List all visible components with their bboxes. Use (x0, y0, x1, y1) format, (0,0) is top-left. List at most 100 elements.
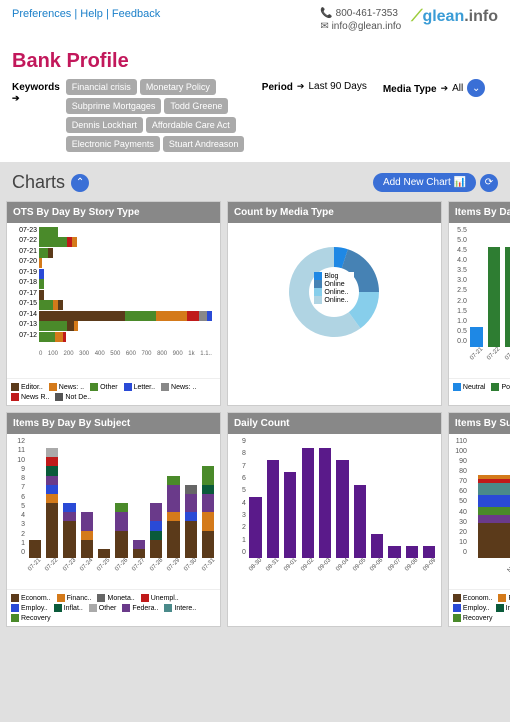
x-tick-label: 700 (141, 351, 151, 357)
legend-item[interactable]: Letter.. (124, 383, 155, 391)
y-tick-label: 110 (453, 438, 467, 445)
y-tick-label: 0 (232, 549, 246, 556)
chart-plot[interactable]: 121110987654321007-2107-2207-2307-2407-2… (7, 434, 220, 589)
nav-help[interactable]: Help (80, 8, 103, 20)
legend-item[interactable]: Online (314, 280, 354, 288)
x-tick-label: 07-22 (486, 346, 501, 361)
legend-item[interactable]: Unempl.. (141, 594, 179, 602)
legend-item[interactable]: Financ.. (498, 594, 510, 602)
keyword-tag[interactable]: Financial crisis (66, 79, 137, 95)
y-tick-label: 07-12 (11, 332, 37, 339)
legend-item[interactable]: Inflat.. (496, 604, 510, 612)
keyword-tag[interactable]: Electronic Payments (66, 136, 160, 152)
keyword-tag[interactable]: Monetary Policy (140, 79, 216, 95)
chart-plot[interactable]: BlogOnlineOnline..Online.. (228, 223, 441, 378)
legend-item[interactable]: Online.. (314, 296, 354, 304)
y-tick-label: 4 (11, 512, 25, 519)
legend-item[interactable]: Econom.. (453, 594, 493, 602)
legend-item[interactable]: Neutral (453, 383, 486, 391)
legend-item[interactable]: Not De.. (55, 393, 91, 401)
y-tick-label: 8 (232, 450, 246, 457)
x-tick-label: 07-27 (131, 557, 146, 572)
legend-item[interactable]: News: .. (161, 383, 196, 391)
legend-item[interactable]: Editor.. (11, 383, 43, 391)
chart-title: Items By Day By Subject (7, 413, 220, 434)
x-tick-label: 09-06 (370, 557, 385, 572)
x-tick-label: 09-08 (404, 557, 419, 572)
y-tick-label: 70 (453, 478, 467, 485)
y-tick-label: 07-22 (11, 237, 37, 244)
legend-item[interactable]: Employ.. (11, 604, 48, 612)
x-tick-label: 09-04 (335, 557, 350, 572)
nav-feedback[interactable]: Feedback (112, 8, 160, 20)
y-tick-label: 3.0 (453, 277, 467, 284)
y-tick-label: 6 (11, 494, 25, 501)
legend-item[interactable]: Other (90, 383, 118, 391)
x-tick-label: 09-02 (300, 557, 315, 572)
x-tick-label: 08-30 (248, 557, 263, 572)
x-tick-label: 07-26 (114, 557, 129, 572)
y-tick-label: 4.0 (453, 257, 467, 264)
chart-plot[interactable]: 987654321008-3008-3109-0109-0209-0309-04… (228, 434, 441, 589)
page-title: Bank Profile (0, 42, 510, 79)
collapse-button[interactable]: ⌃ (71, 174, 89, 192)
keyword-tag[interactable]: Stuart Andreason (163, 136, 245, 152)
x-tick-label: 0 (39, 351, 42, 357)
legend-item[interactable]: Inflat.. (54, 604, 83, 612)
x-tick-label: 09-09 (422, 557, 437, 572)
legend-item[interactable]: Online.. (314, 288, 354, 296)
legend-item[interactable]: Moneta.. (97, 594, 134, 602)
chart-title: OTS By Day By Story Type (7, 202, 220, 223)
phone-icon: 📞 (320, 8, 332, 19)
legend-item[interactable]: Federa.. (122, 604, 158, 612)
legend-item[interactable]: News: .. (49, 383, 84, 391)
legend-item[interactable]: Other (89, 604, 117, 612)
media-type-value: All (452, 83, 463, 94)
y-tick-label: 07-20 (11, 258, 37, 265)
header: Preferences | Help | Feedback 📞 800-461-… (0, 0, 510, 42)
chart-plot[interactable]: 07-2307-2207-2107-2007-1907-1807-1707-15… (7, 223, 220, 378)
chart-plot[interactable]: 1101009080706050403020100NeutralPositive (449, 434, 510, 589)
media-expand-button[interactable]: ⌄ (467, 79, 485, 97)
legend-item[interactable]: Intere.. (164, 604, 196, 612)
y-tick-label: 6 (232, 475, 246, 482)
chart-icon: 📊 (454, 177, 466, 188)
legend-item[interactable]: Financ.. (57, 594, 92, 602)
nav-preferences[interactable]: Preferences (12, 8, 71, 20)
arrow-right-icon: ➔ (12, 93, 20, 103)
y-tick-label: 07-21 (11, 248, 37, 255)
legend-item[interactable]: News R.. (11, 393, 49, 401)
arrow-right-icon: ➔ (297, 81, 305, 92)
contact-info: 📞 800-461-7353 ✉ info@glean.info (320, 8, 401, 34)
y-tick-label: 4 (232, 500, 246, 507)
y-tick-label: 9 (11, 466, 25, 473)
y-tick-label: 5.5 (453, 227, 467, 234)
x-tick-label: 07-29 (166, 557, 181, 572)
y-tick-label: 100 (453, 448, 467, 455)
legend-item[interactable]: Recovery (11, 614, 51, 622)
y-tick-label: 2 (232, 524, 246, 531)
refresh-button[interactable]: ⟳ (480, 174, 498, 192)
y-tick-label: 7 (232, 463, 246, 470)
keyword-tag[interactable]: Affordable Care Act (146, 117, 236, 133)
y-tick-label: 07-23 (11, 227, 37, 234)
keyword-tag[interactable]: Subprime Mortgages (66, 98, 162, 114)
x-tick-label: 300 (79, 351, 89, 357)
x-tick-label: 800 (157, 351, 167, 357)
media-type-label: Media Type (383, 81, 437, 95)
x-tick-label: 07-22 (44, 557, 59, 572)
legend-item[interactable]: Employ.. (453, 604, 490, 612)
legend-item[interactable]: Econom.. (11, 594, 51, 602)
legend-item[interactable]: Positive (491, 383, 510, 391)
x-tick-label: 08-31 (265, 557, 280, 572)
x-tick-label: 07-28 (149, 557, 164, 572)
chart-title: Items By Day By Tone (449, 202, 510, 223)
chart-plot[interactable]: 5.55.04.54.03.53.02.52.01.51.00.50.007-2… (449, 223, 510, 378)
y-tick-label: 0 (11, 549, 25, 556)
x-tick-label: 07-21 (27, 557, 42, 572)
add-chart-button[interactable]: Add New Chart 📊 (373, 173, 476, 192)
legend-item[interactable]: Blog (314, 272, 354, 280)
legend-item[interactable]: Recovery (453, 614, 493, 622)
keyword-tag[interactable]: Dennis Lockhart (66, 117, 143, 133)
keyword-tag[interactable]: Todd Greene (164, 98, 228, 114)
